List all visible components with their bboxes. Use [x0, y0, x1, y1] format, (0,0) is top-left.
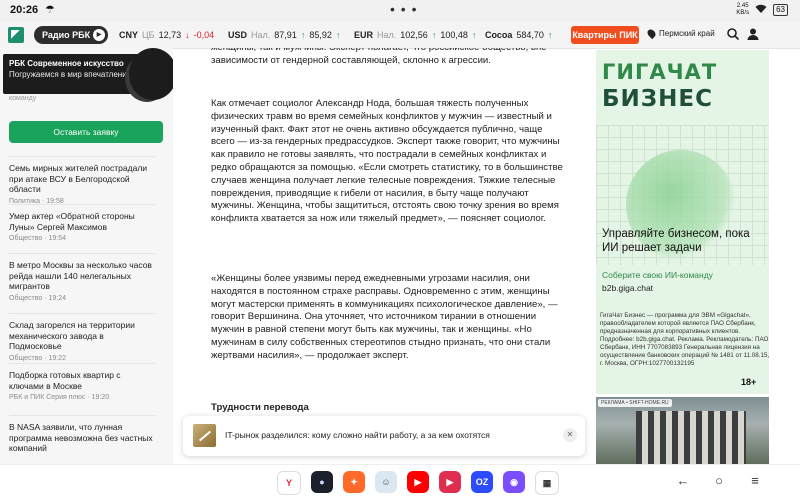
home-icon[interactable]: ○ [712, 474, 726, 488]
android-navbar: Y ● ✦ ☺ ▶ ▶ OZ ◉ ▦ ← ○ ≡ [0, 464, 800, 501]
ticker-cny[interactable]: CNY ЦБ 12,73 ↓ -0,04 [119, 30, 214, 40]
battery-indicator: 63 [773, 4, 788, 16]
messenger-app-icon[interactable]: ◉ [503, 471, 525, 493]
real-estate-ad[interactable]: РЕКЛАМА • SHIFT-HOME.RU [596, 397, 769, 464]
user-icon[interactable] [746, 27, 760, 41]
status-icons: 2.45 KB/s 63 [736, 3, 788, 17]
article-thumbnail [193, 424, 216, 447]
news-item[interactable]: Склад загорелся на территории механическ… [9, 313, 155, 362]
site-topbar: Радио РБК ▶ CNY ЦБ 12,73 ↓ -0,04 USD Нал… [0, 22, 800, 49]
news-item[interactable]: Подборка готовых квартир с ключами в Мос… [9, 363, 155, 405]
ad-headline: Управляйте бизнесом, пока ИИ решает зада… [602, 228, 750, 254]
app-dock: Y ● ✦ ☺ ▶ ▶ OZ ◉ ▦ [277, 471, 559, 495]
news-item[interactable]: Умер актер «Обратной стороны Луны» Серге… [9, 204, 155, 243]
window-handle[interactable]: • • • [390, 1, 417, 17]
arrow-up-icon: ↑ [335, 30, 341, 40]
chat-app-icon[interactable]: ☺ [375, 471, 397, 493]
game-app-icon[interactable]: ✦ [343, 471, 365, 493]
region-selector[interactable]: Пермский край [645, 27, 715, 40]
ticker-usd[interactable]: USD Нал. 87,91 ↑ 85,92 ↑ [228, 30, 340, 40]
arrow-down-icon: ↓ [185, 30, 190, 40]
article-paragraph: Как отмечает социолог Александр Нода, бо… [211, 98, 563, 225]
search-icon[interactable] [726, 27, 740, 41]
rbc-logo-icon[interactable] [8, 27, 24, 43]
news-item[interactable]: Семь мирных жителей пострадали при атаке… [9, 156, 155, 205]
news-feed: Семь мирных жителей пострадали при атаке… [0, 156, 173, 455]
network-speed: 2.45 KB/s [736, 3, 750, 16]
camera-app-icon[interactable]: ● [311, 471, 333, 493]
ozon-app-icon[interactable]: OZ [471, 471, 493, 493]
yandex-app-icon[interactable]: Y [277, 471, 301, 495]
system-nav-keys: ← ○ ≡ [676, 474, 762, 488]
age-rating: 18+ [741, 377, 757, 387]
submit-request-button[interactable]: Оставить заявку [9, 121, 163, 143]
ad-label: РЕКЛАМА • SHIFT-HOME.RU [598, 399, 672, 407]
recents-icon[interactable]: ≡ [748, 474, 762, 488]
play-icon: ▶ [93, 29, 105, 41]
wifi-icon [755, 4, 767, 17]
ad-url[interactable]: b2b.giga.chat [602, 283, 653, 293]
ad-brand-banner: ГИГАЧАТ БИЗНЕС [602, 60, 718, 112]
building-image [636, 411, 746, 464]
all-apps-icon[interactable]: ▦ [535, 471, 559, 495]
ticker-cocoa[interactable]: Сосоа 584,70 ↑ [485, 30, 552, 40]
youtube-app-icon[interactable]: ▶ [407, 471, 429, 493]
news-item[interactable]: В метро Москвы за несколько часов рейда … [9, 253, 155, 303]
popup-headline[interactable]: IT-рынок разделился: кому сложно найти р… [225, 430, 490, 440]
rutube-app-icon[interactable]: ▶ [439, 471, 461, 493]
weather-icon: ☂ [45, 4, 55, 16]
radio-rbc-button[interactable]: Радио РБК ▶ [34, 26, 108, 44]
ad-subtext: Соберите свою ИИ-команду [602, 270, 713, 280]
arrow-up-icon: ↑ [547, 30, 553, 40]
pik-apartments-button[interactable]: Квартиры ПИК [571, 26, 639, 44]
ticker-eur[interactable]: EUR Нал. 102,56 ↑ 100,48 ↑ [354, 30, 476, 40]
status-bar: 20:26 ☂ • • • 2.45 KB/s 63 [0, 0, 800, 22]
location-pin-icon [645, 27, 658, 40]
article-body: женщины, так и мужчины. Эксперт полагает… [211, 48, 566, 464]
promo-cut-text: команду [9, 95, 37, 102]
status-time: 20:26 [10, 4, 39, 16]
ad-legal-text: ГигаЧат Бизнес — программа для ЭВМ «Giga… [600, 312, 770, 367]
news-item[interactable]: В NASA заявили, что лунная программа нев… [9, 415, 155, 455]
arrow-up-icon: ↑ [431, 30, 437, 40]
rbc-art-promo-banner[interactable]: РБК Современное искусство Погружаемся в … [3, 48, 173, 100]
close-icon[interactable]: ✕ [563, 428, 577, 442]
left-sidebar: РБК Современное искусство Погружаемся в … [0, 48, 173, 464]
arrow-up-icon: ↑ [471, 30, 477, 40]
arrow-up-icon: ↑ [300, 30, 306, 40]
article-paragraph: женщины, так и мужчины. Эксперт полагает… [211, 48, 547, 66]
recommendation-popup[interactable]: IT-рынок разделился: кому сложно найти р… [183, 416, 585, 456]
article-subheading: Трудности перевода [211, 402, 309, 413]
article-paragraph: «Женщины более уязвимы перед ежедневными… [211, 273, 558, 361]
back-icon[interactable]: ← [676, 474, 690, 488]
